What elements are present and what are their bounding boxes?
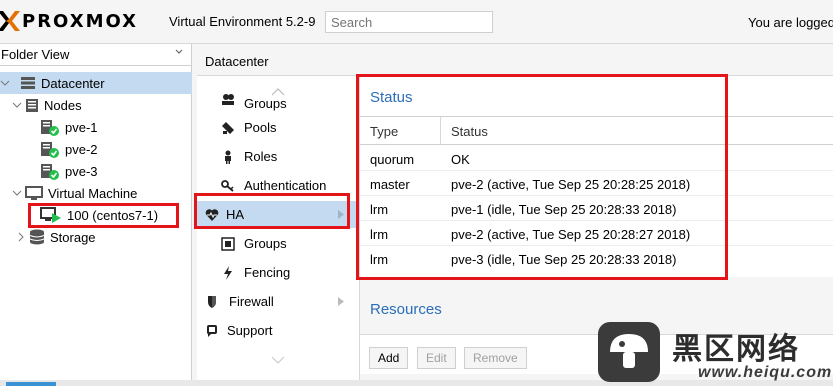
nav-item-fencing[interactable]: Fencing — [197, 259, 360, 286]
tree-item-datacenter[interactable]: Datacenter — [0, 72, 192, 94]
watermark: 黑区网络 www.heiqu.com — [598, 322, 833, 386]
annotation-box-ha — [194, 193, 350, 229]
server-online-icon — [41, 163, 59, 180]
add-button[interactable]: Add — [369, 347, 409, 369]
nav-item-groups[interactable]: Groups — [197, 86, 360, 112]
breadcrumb: Datacenter — [205, 54, 269, 69]
key-icon — [221, 179, 234, 192]
resources-title: Resources — [370, 301, 442, 318]
nav-item-roles[interactable]: Roles — [197, 143, 360, 170]
shield-icon — [208, 295, 216, 308]
ha-groups-icon — [221, 236, 235, 251]
expand-toggle-icon[interactable] — [12, 188, 22, 198]
support-icon — [207, 324, 217, 337]
tree-item-storage[interactable]: Storage — [0, 226, 192, 248]
annotation-box-vm — [28, 203, 179, 228]
watermark-logo — [598, 322, 660, 382]
top-bar: PROXMOX Virtual Environment 5.2-9 You ar… — [0, 0, 833, 44]
expand-toggle-icon[interactable] — [0, 78, 10, 88]
search-input[interactable] — [325, 11, 493, 33]
nav-item-pools[interactable]: Pools — [197, 114, 360, 141]
tree-item-pve-1[interactable]: pve-1 — [0, 116, 192, 138]
nav-item-firewall[interactable]: Firewall — [197, 288, 360, 315]
groups-icon — [222, 94, 234, 105]
edit-button[interactable]: Edit — [417, 347, 456, 369]
tree-item-pve-2[interactable]: pve-2 — [0, 138, 192, 160]
scroll-down-icon[interactable] — [271, 356, 285, 364]
datacenter-icon — [21, 77, 35, 89]
tree-item-virtual-machine[interactable]: Virtual Machine — [0, 182, 192, 204]
watermark-url: www.heiqu.com — [698, 364, 833, 381]
tree-item-nodes[interactable]: Nodes — [0, 94, 192, 116]
content-header: Datacenter — [197, 44, 833, 76]
proxmox-x-icon — [0, 11, 20, 31]
proxmox-logo: PROXMOX — [0, 8, 138, 34]
view-selector[interactable]: Folder View — [0, 44, 191, 66]
user-status: You are logged — [748, 15, 833, 30]
database-icon — [29, 229, 45, 245]
roles-icon — [225, 150, 231, 164]
remove-button[interactable]: Remove — [464, 347, 527, 369]
annotation-box-status — [356, 74, 728, 280]
expand-toggle-icon[interactable] — [12, 100, 22, 110]
mushroom-icon — [610, 334, 648, 368]
pools-icon — [222, 121, 234, 134]
nav-item-ha-groups[interactable]: Groups — [197, 230, 360, 257]
server-online-icon — [41, 141, 59, 158]
nav-item-support[interactable]: Support — [197, 317, 360, 344]
watermark-text: 黑区网络 — [672, 332, 800, 367]
expand-arrow-icon — [338, 297, 344, 306]
log-tab[interactable] — [6, 382, 56, 386]
version-label: Virtual Environment 5.2-9 — [169, 14, 316, 29]
chevron-down-icon — [175, 49, 183, 54]
nodes-icon — [26, 98, 38, 112]
fencing-icon — [224, 265, 232, 280]
expand-toggle-icon[interactable] — [16, 232, 26, 242]
tree-item-pve-3[interactable]: pve-3 — [0, 160, 192, 182]
monitor-icon — [25, 185, 43, 200]
server-online-icon — [41, 119, 59, 136]
